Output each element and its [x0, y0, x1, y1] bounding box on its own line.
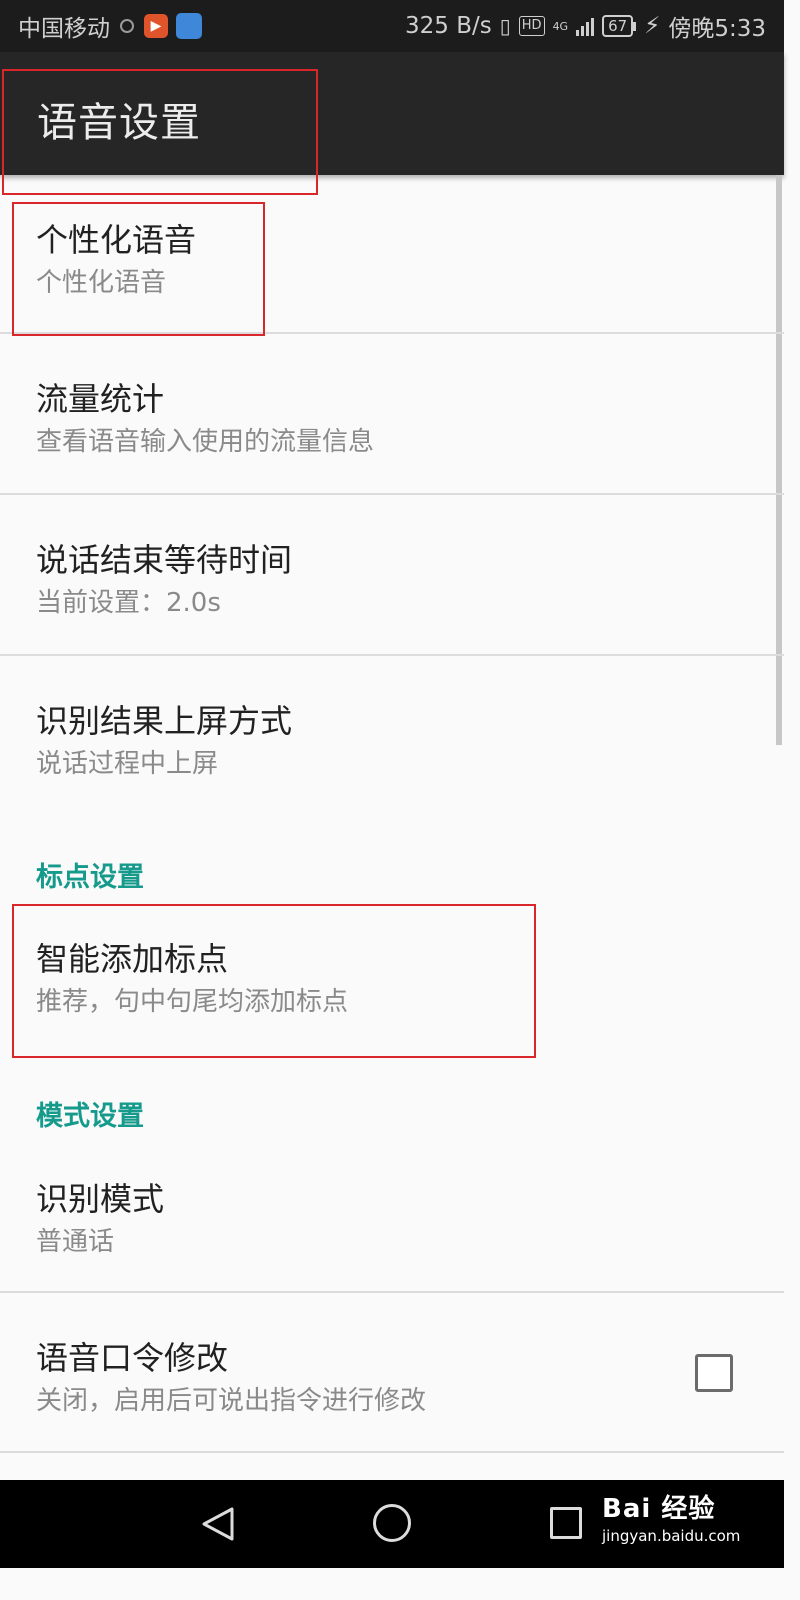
highlight-box-title — [2, 69, 318, 195]
section-header-punctuation: 标点设置 — [36, 862, 144, 893]
watermark-url: jingyan.baidu.com — [602, 1527, 741, 1545]
charging-icon: ⚡ — [644, 13, 661, 39]
battery-icon: 67 — [602, 15, 637, 37]
setting-subtitle: 关闭，启用后可说出指令进行修改 — [36, 1386, 427, 1416]
battery-level: 67 — [602, 15, 634, 37]
setting-result-display-mode[interactable]: 识别结果上屏方式 说话过程中上屏 — [0, 656, 784, 814]
setting-traffic-stats[interactable]: 流量统计 查看语音输入使用的流量信息 — [0, 334, 784, 492]
setting-title: 识别模式 — [36, 1180, 165, 1218]
setting-voice-command-edit[interactable]: 语音口令修改 关闭，启用后可说出指令进行修改 — [0, 1293, 784, 1451]
network-speed: 325 B/s — [405, 13, 492, 39]
hd-badge: HD — [518, 16, 545, 36]
chat-app-icon — [176, 13, 202, 39]
setting-subtitle: 当前设置：2.0s — [36, 588, 221, 618]
video-app-icon: ▶ — [144, 14, 168, 38]
signal-icon — [576, 16, 595, 36]
notification-dot-icon — [120, 19, 134, 33]
setting-recognition-mode[interactable]: 识别模式 普通话 — [0, 1134, 784, 1292]
setting-end-wait-time[interactable]: 说话结束等待时间 当前设置：2.0s — [0, 495, 784, 653]
status-indicators: 325 B/s ▯ HD 4G 67 ⚡ 傍晚5:33 — [405, 9, 766, 43]
divider — [0, 1451, 784, 1453]
watermark-brand: Bai 经验 — [602, 1494, 716, 1524]
section-header-mode: 模式设置 — [36, 1101, 144, 1132]
highlight-box-personalized-voice — [12, 202, 265, 336]
vibrate-icon: ▯ — [499, 14, 511, 38]
setting-subtitle: 查看语音输入使用的流量信息 — [36, 427, 375, 457]
setting-subtitle: 普通话 — [36, 1227, 115, 1257]
recent-apps-icon[interactable] — [550, 1507, 582, 1539]
baidu-jingyan-watermark: Bai 经验 jingyan.baidu.com — [602, 1488, 740, 1545]
back-icon[interactable] — [200, 1506, 236, 1542]
highlight-box-smart-punctuation — [12, 904, 536, 1058]
setting-title: 识别结果上屏方式 — [36, 702, 293, 740]
setting-title: 说话结束等待时间 — [36, 541, 293, 579]
home-icon[interactable] — [373, 1504, 411, 1542]
status-bar: 中国移动 ▶ 325 B/s ▯ HD 4G 67 ⚡ 傍晚5:33 — [0, 0, 784, 52]
clock: 傍晚5:33 — [668, 16, 766, 42]
setting-subtitle: 说话过程中上屏 — [36, 749, 219, 779]
network-type: 4G — [552, 19, 569, 33]
voice-command-checkbox[interactable] — [695, 1354, 733, 1392]
setting-title: 语音口令修改 — [36, 1339, 229, 1377]
carrier-name: 中国移动 — [18, 16, 110, 42]
setting-title: 流量统计 — [36, 380, 165, 418]
